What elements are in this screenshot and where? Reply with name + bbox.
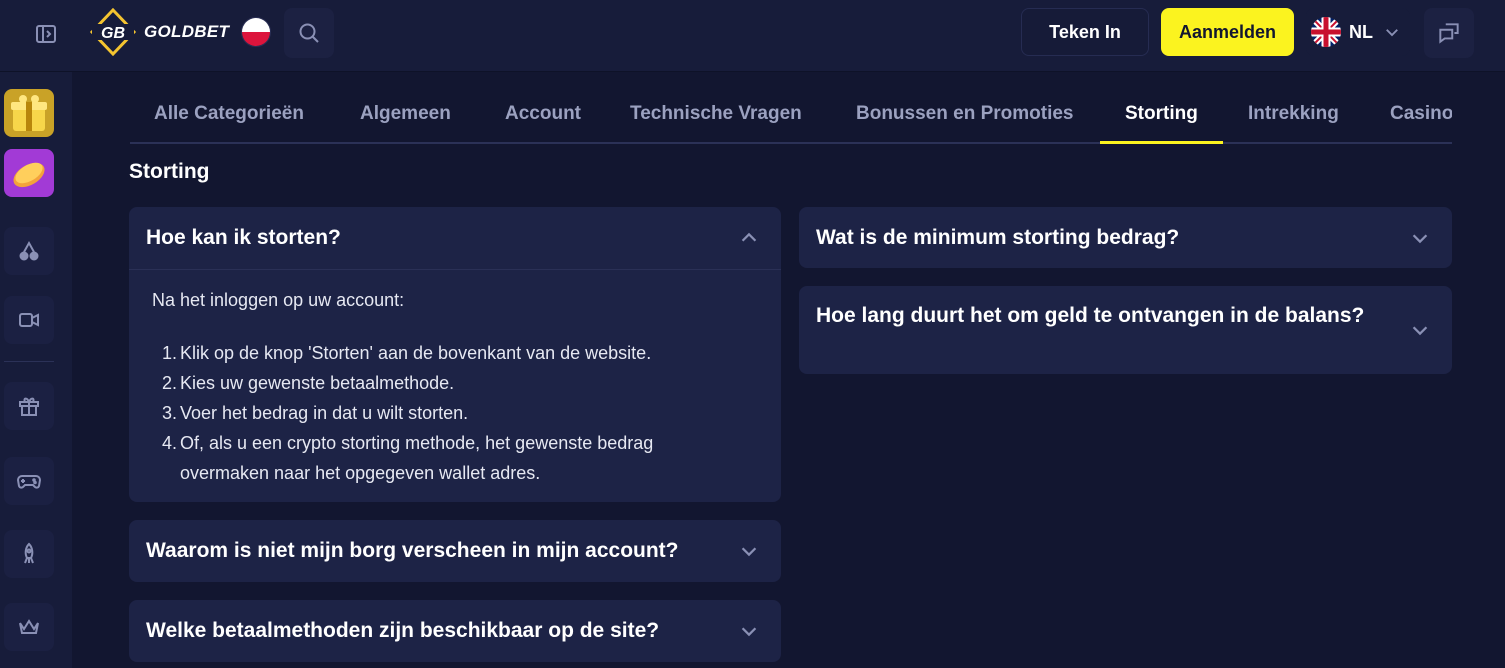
chevron-down-icon[interactable] xyxy=(737,539,761,563)
coin-image[interactable] xyxy=(4,149,54,197)
crown-icon[interactable] xyxy=(4,603,54,651)
answer-step-text: Of, als u een crypto storting methode, h… xyxy=(180,433,654,483)
section-title: Storting xyxy=(129,160,210,183)
chevron-up-icon[interactable] xyxy=(737,226,761,250)
tab-account[interactable]: Account xyxy=(505,84,581,142)
tab-casino[interactable]: Casino xyxy=(1390,84,1452,142)
tab-intrekking[interactable]: Intrekking xyxy=(1248,84,1339,142)
chevron-down-icon[interactable] xyxy=(1408,318,1432,342)
faq-question[interactable]: Hoe lang duurt het om geld te ontvangen … xyxy=(816,303,1376,329)
list-item: 4. Of, als u een crypto storting methode,… xyxy=(162,433,654,483)
logo-text: GOLDBET xyxy=(144,22,230,41)
signin-button[interactable]: Teken In xyxy=(1021,8,1149,56)
register-button[interactable]: Aanmelden xyxy=(1161,8,1294,56)
answer-intro: Na het inloggen op uw account: xyxy=(152,290,405,310)
language-code: NL xyxy=(1349,21,1373,42)
uk-flag-icon xyxy=(1311,17,1341,47)
tab-algemeen[interactable]: Algemeen xyxy=(360,84,451,142)
list-item: 3. Voer het bedrag in dat u wilt storten. xyxy=(162,403,469,423)
gift-box-image[interactable] xyxy=(4,89,54,137)
tab-bonussen-en-promoties[interactable]: Bonussen en Promoties xyxy=(856,84,1074,142)
gamepad-icon[interactable] xyxy=(4,457,54,505)
faq-question[interactable]: Welke betaalmethoden zijn beschikbaar op… xyxy=(146,618,659,644)
sidebar-toggle-icon[interactable] xyxy=(22,14,70,54)
faq-question[interactable]: Waarom is niet mijn borg verscheen in mi… xyxy=(146,538,679,564)
list-item: 2. Kies uw gewenste betaalmethode. xyxy=(162,373,455,393)
top-bar: GB GOLDBET Teken In Aanmelden NL xyxy=(0,0,1505,72)
svg-text:GB: GB xyxy=(101,25,125,42)
answer-steps: 1. Klik op de knop 'Storten' aan de boven… xyxy=(152,338,752,488)
language-selector[interactable]: NL xyxy=(1306,8,1410,56)
tab-storting[interactable]: Storting xyxy=(1125,84,1198,142)
faq-divider xyxy=(129,269,781,270)
faq-item[interactable]: Waarom is niet mijn borg verscheen in mi… xyxy=(129,520,781,582)
sidebar-divider xyxy=(4,361,54,362)
tab-technische-vragen[interactable]: Technische Vragen xyxy=(630,84,802,142)
logo[interactable]: GB GOLDBET xyxy=(88,7,272,57)
cherry-icon[interactable] xyxy=(4,227,54,275)
faq-item[interactable]: Welke betaalmethoden zijn beschikbaar op… xyxy=(129,600,781,662)
tab-alle-categorieen[interactable]: Alle Categorieën xyxy=(154,84,304,142)
goldbet-logo-icon: GB xyxy=(88,7,138,57)
chevron-down-icon xyxy=(1383,23,1401,41)
category-tabs: Alle Categorieën Algemeen Account Techni… xyxy=(130,84,1452,144)
chevron-down-icon[interactable] xyxy=(737,619,761,643)
poland-flag-icon xyxy=(241,17,272,47)
sidebar xyxy=(0,72,72,668)
faq-item: Hoe kan ik storten? Na het inloggen op u… xyxy=(129,207,781,502)
faq-question[interactable]: Hoe kan ik storten? xyxy=(146,225,341,251)
answer-step-text: Kies uw gewenste betaalmethode. xyxy=(180,373,455,393)
video-camera-icon[interactable] xyxy=(4,296,54,344)
answer-step-text: Klik op de knop 'Storten' aan de bovenka… xyxy=(180,343,652,363)
rocket-icon[interactable] xyxy=(4,530,54,578)
list-item: 1. Klik op de knop 'Storten' aan de boven… xyxy=(162,343,652,363)
faq-question[interactable]: Wat is de minimum storting bedrag? xyxy=(816,225,1179,251)
faq-item[interactable]: Hoe lang duurt het om geld te ontvangen … xyxy=(799,286,1452,374)
search-icon[interactable] xyxy=(284,8,334,58)
active-tab-indicator xyxy=(1100,141,1223,144)
chevron-down-icon[interactable] xyxy=(1408,226,1432,250)
gift-icon[interactable] xyxy=(4,382,54,430)
faq-item[interactable]: Wat is de minimum storting bedrag? xyxy=(799,207,1452,268)
chat-icon[interactable] xyxy=(1424,8,1474,58)
answer-step-text: Voer het bedrag in dat u wilt storten. xyxy=(180,403,469,423)
